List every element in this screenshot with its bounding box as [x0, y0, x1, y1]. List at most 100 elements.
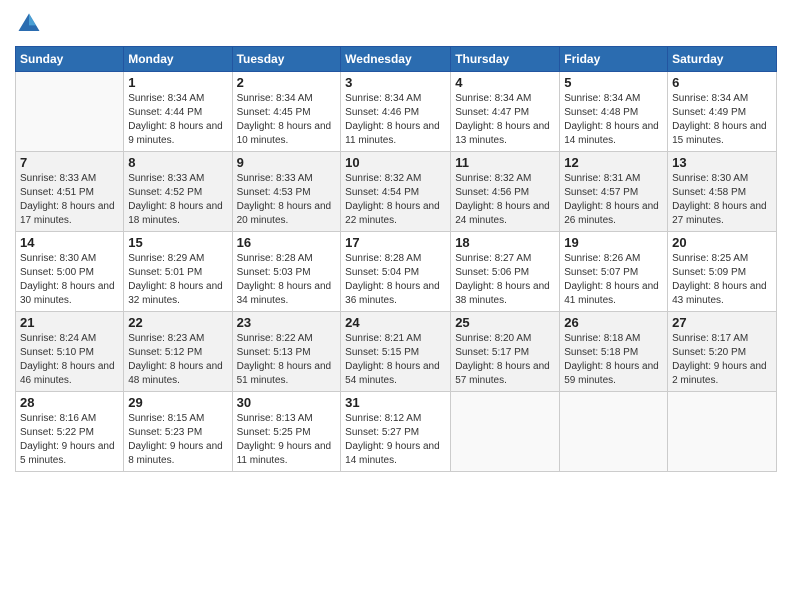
calendar-cell: 7 Sunrise: 8:33 AMSunset: 4:51 PMDaylight…	[16, 152, 124, 232]
logo-icon	[15, 10, 43, 38]
calendar-cell: 16 Sunrise: 8:28 AMSunset: 5:03 PMDayligh…	[232, 232, 341, 312]
day-number: 12	[564, 155, 663, 170]
calendar-cell: 8Sunrise: 8:33 AMSunset: 4:52 PMDaylight…	[124, 152, 232, 232]
day-number: 9	[237, 155, 337, 170]
col-header-tuesday: Tuesday	[232, 47, 341, 72]
calendar-week-row: 14 Sunrise: 8:30 AMSunset: 5:00 PMDayligh…	[16, 232, 777, 312]
col-header-friday: Friday	[560, 47, 668, 72]
day-detail: Sunrise: 8:34 AMSunset: 4:46 PMDaylight:…	[345, 92, 446, 148]
day-number: 15	[128, 235, 227, 250]
day-detail: Sunrise: 8:33 AMSunset: 4:51 PMDaylight:…	[20, 172, 119, 228]
calendar-cell: 27Sunrise: 8:17 AMSunset: 5:20 PMDayligh…	[668, 312, 777, 392]
day-number: 22	[128, 315, 227, 330]
calendar-week-row: 28 Sunrise: 8:16 AMSunset: 5:22 PMDayligh…	[16, 392, 777, 472]
calendar-cell: 26Sunrise: 8:18 AMSunset: 5:18 PMDayligh…	[560, 312, 668, 392]
calendar-cell: 5Sunrise: 8:34 AMSunset: 4:48 PMDaylight…	[560, 72, 668, 152]
col-header-monday: Monday	[124, 47, 232, 72]
day-number: 4	[455, 75, 555, 90]
calendar-cell: 20 Sunrise: 8:25 AMSunset: 5:09 PMDayligh…	[668, 232, 777, 312]
col-header-sunday: Sunday	[16, 47, 124, 72]
calendar-cell: 17 Sunrise: 8:28 AMSunset: 5:04 PMDayligh…	[341, 232, 451, 312]
day-detail: Sunrise: 8:12 AMSunset: 5:27 PMDaylight:…	[345, 412, 446, 468]
calendar-cell: 11 Sunrise: 8:32 AMSunset: 4:56 PMDayligh…	[451, 152, 560, 232]
day-number: 8	[128, 155, 227, 170]
day-number: 24	[345, 315, 446, 330]
day-detail: Sunrise: 8:18 AMSunset: 5:18 PMDaylight:…	[564, 332, 663, 388]
calendar-cell: 21 Sunrise: 8:24 AMSunset: 5:10 PMDayligh…	[16, 312, 124, 392]
day-number: 21	[20, 315, 119, 330]
calendar-cell	[16, 72, 124, 152]
day-number: 17	[345, 235, 446, 250]
calendar-week-row: 21 Sunrise: 8:24 AMSunset: 5:10 PMDayligh…	[16, 312, 777, 392]
day-detail: Sunrise: 8:29 AMSunset: 5:01 PMDaylight:…	[128, 252, 227, 308]
day-number: 16	[237, 235, 337, 250]
day-detail: Sunrise: 8:32 AMSunset: 4:56 PMDaylight:…	[455, 172, 555, 228]
day-detail: Sunrise: 8:25 AMSunset: 5:09 PMDaylight:…	[672, 252, 772, 308]
calendar-cell: 12 Sunrise: 8:31 AMSunset: 4:57 PMDayligh…	[560, 152, 668, 232]
day-detail: Sunrise: 8:32 AMSunset: 4:54 PMDaylight:…	[345, 172, 446, 228]
day-detail: Sunrise: 8:13 AMSunset: 5:25 PMDaylight:…	[237, 412, 337, 468]
header	[15, 10, 777, 38]
calendar-cell: 22Sunrise: 8:23 AMSunset: 5:12 PMDayligh…	[124, 312, 232, 392]
calendar-cell: 14 Sunrise: 8:30 AMSunset: 5:00 PMDayligh…	[16, 232, 124, 312]
day-detail: Sunrise: 8:30 AMSunset: 4:58 PMDaylight:…	[672, 172, 772, 228]
day-number: 25	[455, 315, 555, 330]
calendar-cell: 1 Sunrise: 8:34 AMSunset: 4:44 PMDaylight…	[124, 72, 232, 152]
day-detail: Sunrise: 8:34 AMSunset: 4:45 PMDaylight:…	[237, 92, 337, 148]
day-number: 23	[237, 315, 337, 330]
day-number: 3	[345, 75, 446, 90]
day-detail: Sunrise: 8:31 AMSunset: 4:57 PMDaylight:…	[564, 172, 663, 228]
day-detail: Sunrise: 8:27 AMSunset: 5:06 PMDaylight:…	[455, 252, 555, 308]
calendar-table: SundayMondayTuesdayWednesdayThursdayFrid…	[15, 46, 777, 472]
day-detail: Sunrise: 8:30 AMSunset: 5:00 PMDaylight:…	[20, 252, 119, 308]
calendar-cell: 4Sunrise: 8:34 AMSunset: 4:47 PMDaylight…	[451, 72, 560, 152]
calendar-cell: 6 Sunrise: 8:34 AMSunset: 4:49 PMDaylight…	[668, 72, 777, 152]
calendar-cell: 24Sunrise: 8:21 AMSunset: 5:15 PMDayligh…	[341, 312, 451, 392]
calendar-cell: 29 Sunrise: 8:15 AMSunset: 5:23 PMDayligh…	[124, 392, 232, 472]
day-detail: Sunrise: 8:16 AMSunset: 5:22 PMDaylight:…	[20, 412, 119, 468]
calendar-cell: 10 Sunrise: 8:32 AMSunset: 4:54 PMDayligh…	[341, 152, 451, 232]
col-header-saturday: Saturday	[668, 47, 777, 72]
calendar-cell	[451, 392, 560, 472]
page: SundayMondayTuesdayWednesdayThursdayFrid…	[0, 0, 792, 612]
day-number: 10	[345, 155, 446, 170]
day-number: 7	[20, 155, 119, 170]
day-detail: Sunrise: 8:33 AMSunset: 4:53 PMDaylight:…	[237, 172, 337, 228]
day-detail: Sunrise: 8:17 AMSunset: 5:20 PMDaylight:…	[672, 332, 772, 388]
day-detail: Sunrise: 8:28 AMSunset: 5:04 PMDaylight:…	[345, 252, 446, 308]
calendar-cell: 18 Sunrise: 8:27 AMSunset: 5:06 PMDayligh…	[451, 232, 560, 312]
day-number: 29	[128, 395, 227, 410]
day-number: 18	[455, 235, 555, 250]
calendar-cell: 30 Sunrise: 8:13 AMSunset: 5:25 PMDayligh…	[232, 392, 341, 472]
day-detail: Sunrise: 8:20 AMSunset: 5:17 PMDaylight:…	[455, 332, 555, 388]
calendar-cell: 23 Sunrise: 8:22 AMSunset: 5:13 PMDayligh…	[232, 312, 341, 392]
calendar-cell: 9 Sunrise: 8:33 AMSunset: 4:53 PMDaylight…	[232, 152, 341, 232]
day-number: 2	[237, 75, 337, 90]
day-number: 19	[564, 235, 663, 250]
col-header-thursday: Thursday	[451, 47, 560, 72]
day-number: 6	[672, 75, 772, 90]
calendar-week-row: 7 Sunrise: 8:33 AMSunset: 4:51 PMDaylight…	[16, 152, 777, 232]
calendar-cell: 19 Sunrise: 8:26 AMSunset: 5:07 PMDayligh…	[560, 232, 668, 312]
day-number: 28	[20, 395, 119, 410]
day-number: 1	[128, 75, 227, 90]
calendar-cell: 3 Sunrise: 8:34 AMSunset: 4:46 PMDaylight…	[341, 72, 451, 152]
day-number: 20	[672, 235, 772, 250]
day-detail: Sunrise: 8:28 AMSunset: 5:03 PMDaylight:…	[237, 252, 337, 308]
day-detail: Sunrise: 8:34 AMSunset: 4:49 PMDaylight:…	[672, 92, 772, 148]
day-number: 5	[564, 75, 663, 90]
day-detail: Sunrise: 8:26 AMSunset: 5:07 PMDaylight:…	[564, 252, 663, 308]
day-detail: Sunrise: 8:15 AMSunset: 5:23 PMDaylight:…	[128, 412, 227, 468]
calendar-cell: 28 Sunrise: 8:16 AMSunset: 5:22 PMDayligh…	[16, 392, 124, 472]
day-number: 11	[455, 155, 555, 170]
calendar-cell: 15 Sunrise: 8:29 AMSunset: 5:01 PMDayligh…	[124, 232, 232, 312]
day-number: 31	[345, 395, 446, 410]
day-detail: Sunrise: 8:22 AMSunset: 5:13 PMDaylight:…	[237, 332, 337, 388]
calendar-header-row: SundayMondayTuesdayWednesdayThursdayFrid…	[16, 47, 777, 72]
calendar-week-row: 1 Sunrise: 8:34 AMSunset: 4:44 PMDaylight…	[16, 72, 777, 152]
day-number: 30	[237, 395, 337, 410]
day-detail: Sunrise: 8:24 AMSunset: 5:10 PMDaylight:…	[20, 332, 119, 388]
day-number: 14	[20, 235, 119, 250]
calendar-cell	[668, 392, 777, 472]
day-detail: Sunrise: 8:34 AMSunset: 4:44 PMDaylight:…	[128, 92, 227, 148]
